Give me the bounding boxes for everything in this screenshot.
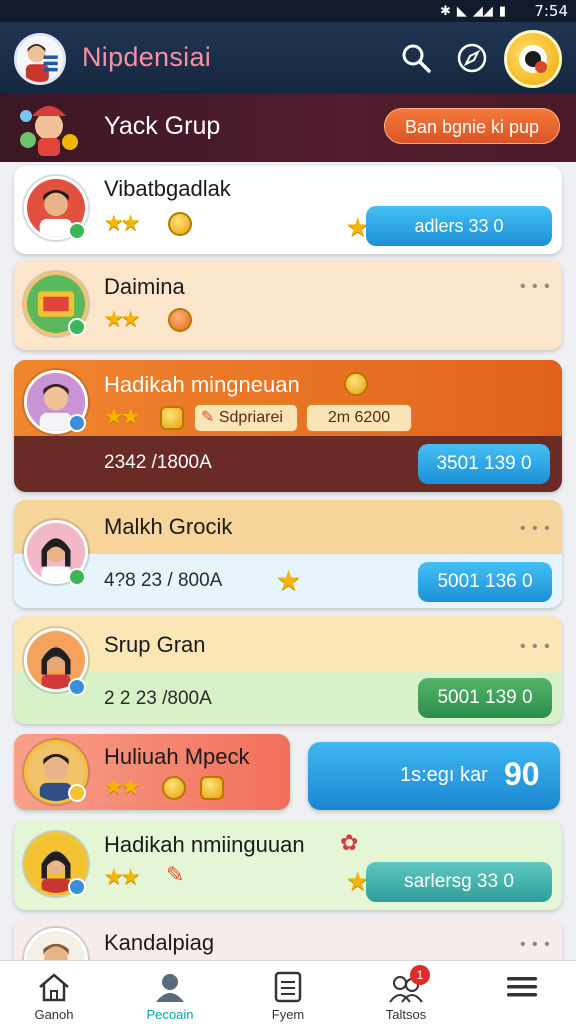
star-icon: ★	[276, 565, 301, 596]
group-name: Yack Grup	[104, 112, 221, 140]
nav-label: Ganoh	[34, 1007, 74, 1022]
claim-reward-value: 90	[504, 756, 540, 792]
signal-icon: ◢◢	[472, 3, 493, 18]
app-header: Nipdensiai	[0, 22, 576, 94]
person-icon	[156, 974, 184, 1002]
member-name: Hadikah mingneuan	[104, 372, 300, 397]
rating-stars: ★★	[104, 404, 140, 429]
member-stat: 4?8 23 / 800A	[104, 570, 223, 591]
wifi-icon: ◣	[456, 3, 467, 18]
document-icon	[274, 971, 302, 1003]
tag-icon: ✎	[201, 409, 219, 426]
nav-item-group[interactable]: 1 Taltsos	[358, 961, 454, 1024]
claim-reward-label: 1s:egı kar	[400, 764, 488, 786]
status-dot	[68, 414, 86, 432]
rating-stars: ★★	[104, 864, 140, 889]
battery-icon: ▮	[498, 3, 506, 18]
app-avatar[interactable]	[14, 33, 66, 85]
tag-chip: ✎ Sdpriarei	[194, 404, 298, 432]
group-banner: Yack Grup Ban bgnie ki pup	[0, 94, 576, 162]
bottom-nav: Ganoh Pecoain Fyem 1 Taltsos	[0, 960, 576, 1024]
status-icons: ✱ ◣ ◢◢ ▮	[440, 3, 506, 19]
list-item[interactable]: Daimina ★★ • • •	[14, 260, 562, 350]
compass-icon[interactable]	[456, 42, 488, 74]
chili-icon: ✎	[166, 862, 185, 887]
status-time: 7:54	[534, 2, 568, 20]
status-dot	[68, 878, 86, 896]
coin-icon	[168, 212, 192, 236]
nav-label: Fyem	[271, 1007, 305, 1022]
list-item[interactable]: Huliuah Mpeck ★★	[14, 734, 290, 810]
badge-icon	[519, 45, 547, 73]
nav-label: Taltsos	[385, 1007, 427, 1022]
member-name: Daimina	[104, 274, 185, 299]
nav-label: Pecoain	[146, 1007, 194, 1022]
more-options-icon[interactable]: • • •	[520, 278, 551, 296]
member-action-button[interactable]: adlers 33 0	[366, 206, 552, 246]
list-item[interactable]: Malkh Grocik • • • 4?8 23 / 800A ★ 5001 …	[14, 500, 562, 608]
member-name: Srup Gran	[104, 632, 206, 657]
member-name: Vibatbgadlak	[104, 176, 231, 201]
rating-stars: ★★	[104, 774, 140, 799]
member-action-button[interactable]: 5001 139 0	[418, 678, 552, 718]
home-icon	[39, 973, 69, 1002]
list-item[interactable]: Hadikah nmiinguuan ✿ ★★ ✎ ★ sarlersg 33 …	[14, 820, 562, 910]
tag-label: Sdpriarei	[218, 409, 283, 426]
more-options-icon[interactable]: • • •	[520, 638, 551, 656]
coin-icon	[344, 372, 368, 396]
card-top	[14, 616, 562, 672]
claim-reward-button[interactable]: 1s:egı kar 90	[308, 742, 560, 810]
bluetooth-icon: ✱	[439, 3, 451, 18]
status-dot	[68, 784, 86, 802]
member-name: Hadikah nmiinguuan	[104, 832, 305, 857]
app-title: Nipdensiai	[82, 42, 212, 72]
nav-item-person[interactable]: Pecoain	[122, 961, 218, 1024]
rating-stars: ★★	[104, 306, 140, 331]
tag-value-chip: 2m 6200	[306, 404, 412, 432]
profile-badge[interactable]	[504, 30, 562, 88]
status-dot	[68, 318, 86, 336]
member-stat: 2 2 23 /800A	[104, 688, 212, 709]
status-dot	[68, 678, 86, 696]
coin-stack-icon	[200, 776, 224, 800]
status-dot	[68, 222, 86, 240]
nav-item-home[interactable]: Ganoh	[6, 961, 102, 1024]
join-group-button[interactable]: Ban bgnie ki pup	[384, 108, 560, 144]
member-name: Huliuah Mpeck	[104, 744, 250, 769]
member-stat: 2342 /1800A	[104, 452, 212, 473]
member-name: Kandalpiag	[104, 930, 215, 955]
member-name: Malkh Grocik	[104, 514, 233, 539]
gift-icon: ✿	[340, 830, 359, 855]
card-top	[14, 500, 562, 554]
rating-stars: ★★	[104, 210, 140, 235]
list-item[interactable]: Vibatbgadlak ★★ ★ adlers 33 0	[14, 166, 562, 254]
member-action-button[interactable]: sarlersg 33 0	[366, 862, 552, 902]
list-item[interactable]: Hadikah mingneuan ★★ ✎ Sdpriarei 2m 6200…	[14, 360, 562, 492]
notification-badge: 1	[410, 965, 430, 985]
more-options-icon[interactable]: • • •	[520, 520, 551, 538]
search-icon[interactable]	[400, 42, 432, 74]
star-icon: ★	[346, 866, 369, 896]
status-dot	[68, 568, 86, 586]
more-options-icon[interactable]: • • •	[520, 936, 551, 954]
member-action-button[interactable]: 5001 136 0	[418, 562, 552, 602]
star-icon: ★	[346, 212, 369, 242]
member-action-button[interactable]: 3501 139 0	[418, 444, 550, 484]
coin-icon	[162, 776, 186, 800]
list-item[interactable]: Srup Gran • • • 2 2 23 /800A 5001 139 0	[14, 616, 562, 724]
group-mascot-icon	[20, 106, 78, 156]
nav-item-menu[interactable]	[474, 961, 570, 1024]
menu-icon	[507, 977, 537, 997]
avatar-icon	[17, 36, 63, 82]
status-bar: ✱ ◣ ◢◢ ▮ 7:54	[0, 0, 576, 22]
coin-icon	[168, 308, 192, 332]
coin-stack-icon	[160, 406, 184, 430]
nav-item-document[interactable]: Fyem	[240, 961, 336, 1024]
